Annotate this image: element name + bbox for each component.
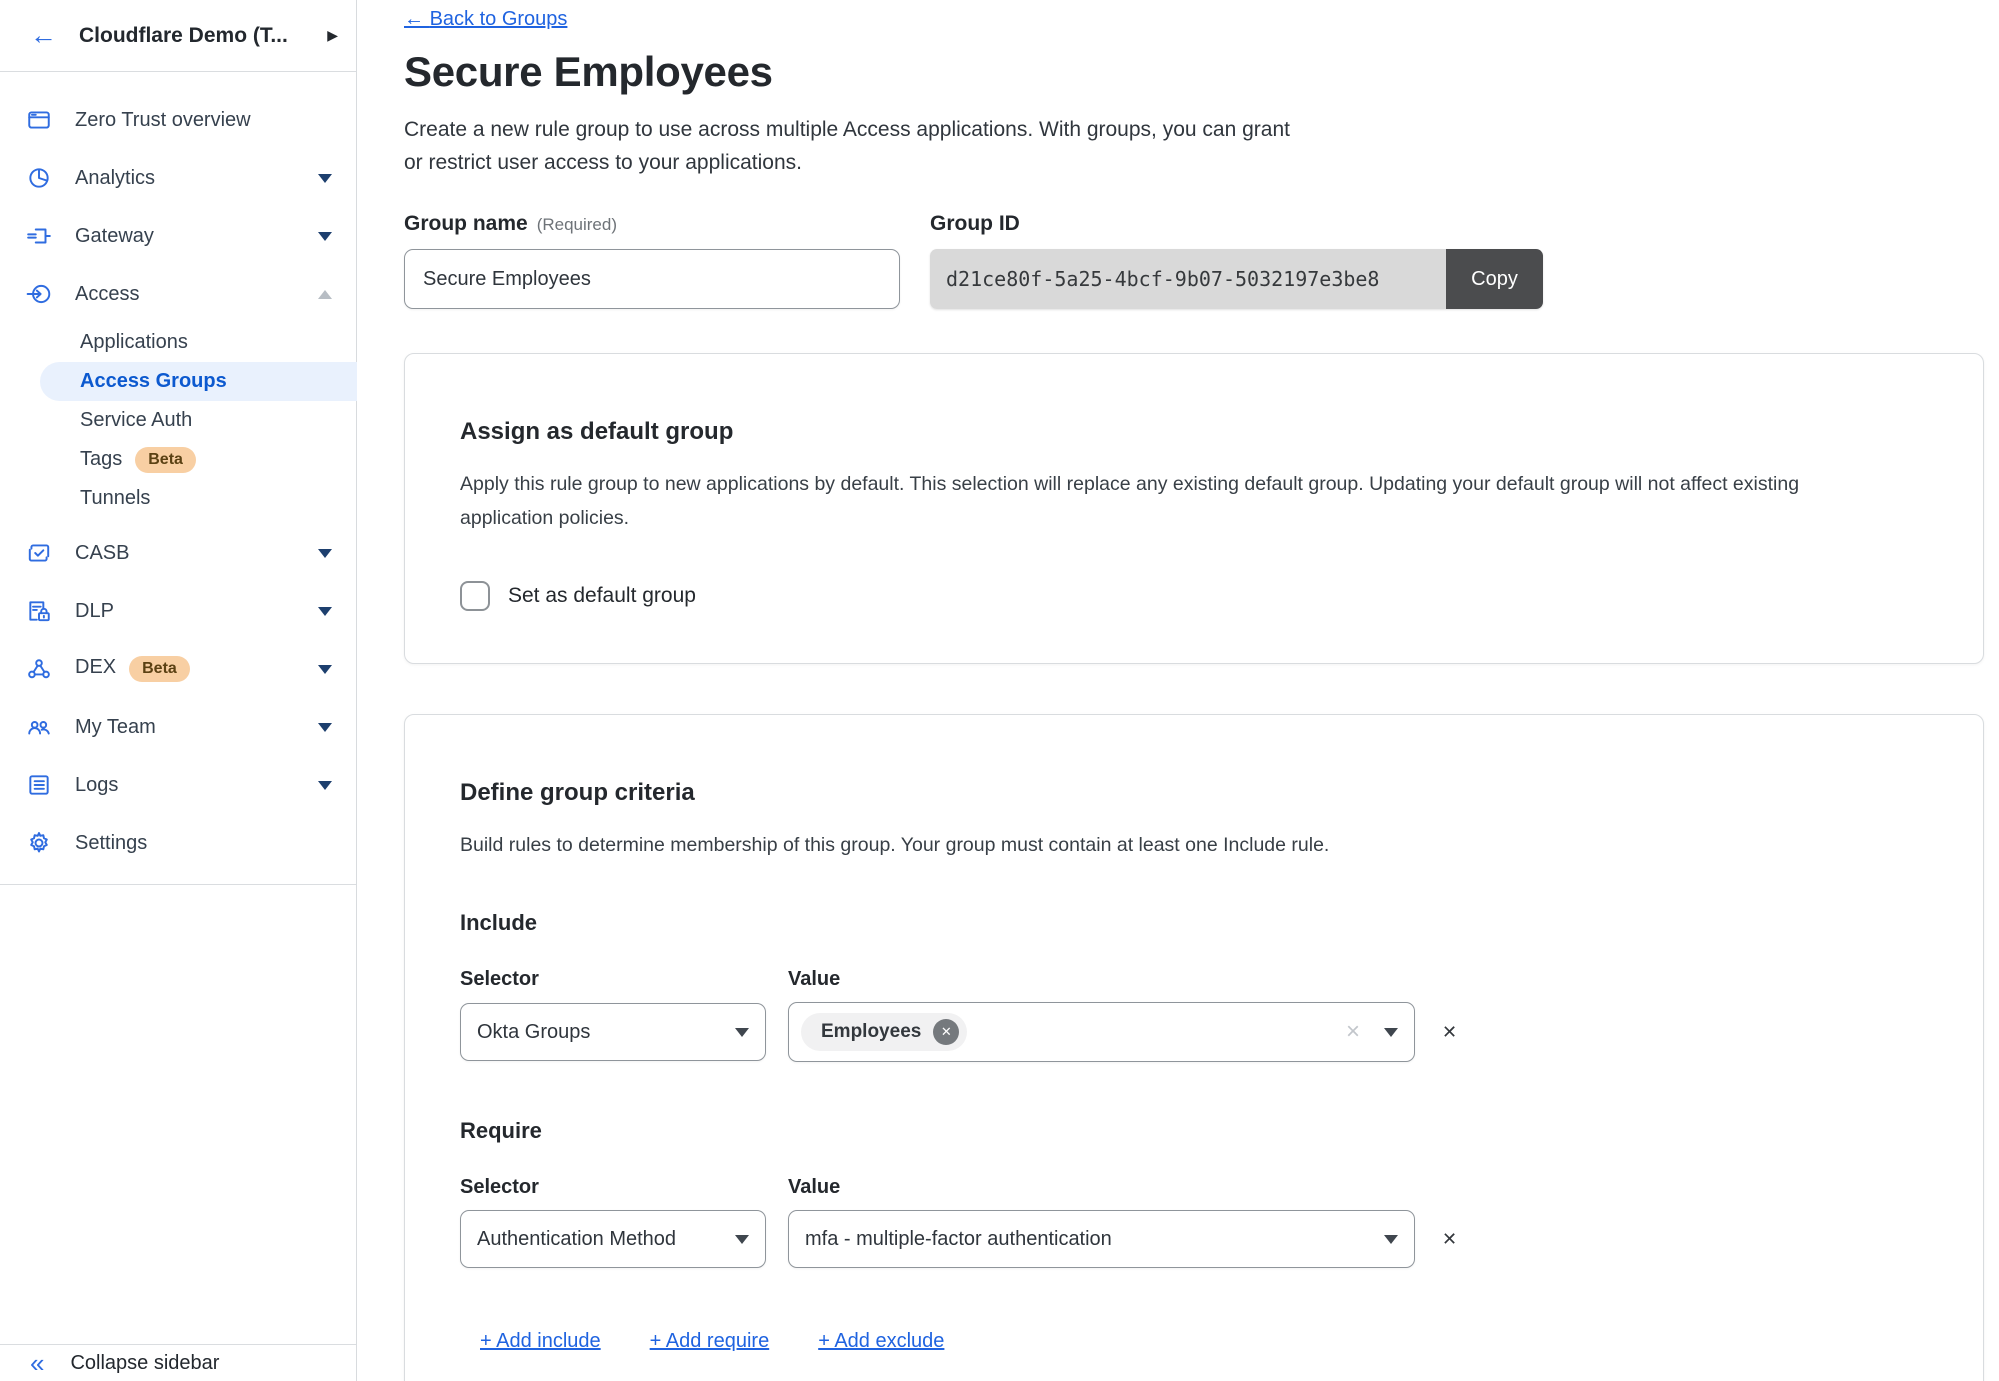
account-expand-icon[interactable]: ▶ [327,27,338,44]
sidebar-item-label: DEXBeta [75,656,318,682]
group-name-input[interactable] [404,249,900,309]
sidebar-item-label: Access [75,283,318,306]
beta-badge: Beta [129,656,190,682]
account-name[interactable]: Cloudflare Demo (T... [79,24,327,48]
clear-values-icon[interactable]: × [1346,1018,1360,1046]
group-name-label: Group name(Required) [404,212,900,236]
require-rule-row: Authentication Method mfa - multiple-fac… [460,1210,1928,1268]
remove-require-rule-icon[interactable]: ✕ [1442,1229,1457,1250]
sidebar-item-tunnels[interactable]: Tunnels [0,479,356,518]
casb-icon [25,540,52,567]
sidebar-item-label: CASB [75,542,318,565]
require-selector-label: Selector [460,1176,788,1199]
collapse-sidebar-button[interactable]: « Collapse sidebar [0,1344,356,1381]
sidebar-item-label: Settings [75,832,332,855]
collapse-chevrons-icon: « [30,1350,44,1376]
sidebar-item-label: DLP [75,600,318,623]
sidebar-item-label: Logs [75,774,318,797]
require-selector-dropdown[interactable]: Authentication Method [460,1210,766,1268]
include-selector-label: Selector [460,968,788,991]
group-id-label: Group ID [930,212,1543,236]
access-icon [25,281,52,308]
chevron-down-icon[interactable] [318,723,332,732]
default-group-card-description: Apply this rule group to new application… [460,467,1928,535]
set-default-group-checkbox-row[interactable]: Set as default group [460,581,1928,611]
sidebar-item-applications[interactable]: Applications [0,323,356,362]
gear-icon [25,830,52,857]
sidebar-item-my-team[interactable]: My Team [0,698,356,756]
criteria-card: Define group criteria Build rules to det… [404,714,1984,1381]
include-selector-dropdown[interactable]: Okta Groups [460,1003,766,1061]
sidebar-item-logs[interactable]: Logs [0,756,356,814]
require-value-dropdown[interactable]: mfa - multiple-factor authentication [788,1210,1415,1268]
sidebar-item-label: Analytics [75,167,318,190]
add-exclude-link[interactable]: + Add exclude [818,1330,944,1353]
chevron-down-icon[interactable] [318,174,332,183]
include-value-multiselect[interactable]: Employees ✕ × [788,1002,1415,1062]
chevron-down-icon [1384,1235,1398,1244]
beta-badge: Beta [135,447,196,473]
sidebar-item-analytics[interactable]: Analytics [0,149,356,207]
team-icon [25,714,52,741]
set-default-group-checkbox[interactable] [460,581,490,611]
default-group-card-title: Assign as default group [460,418,1928,446]
sidebar: ← Cloudflare Demo (T... ▶ Zero Trust ove… [0,0,357,1381]
add-require-link[interactable]: + Add require [650,1330,770,1353]
chevron-down-icon[interactable] [318,665,332,674]
sidebar-item-access[interactable]: Access [0,265,356,323]
value-tag: Employees ✕ [801,1013,967,1051]
sidebar-item-gateway[interactable]: Gateway [0,207,356,265]
sidebar-item-service-auth[interactable]: Service Auth [0,401,356,440]
required-hint: (Required) [537,215,617,234]
sidebar-item-zero-trust-overview[interactable]: Zero Trust overview [0,91,356,149]
chevron-down-icon[interactable] [318,549,332,558]
sidebar-item-label: Gateway [75,225,318,248]
require-value-label: Value [788,1176,840,1199]
group-id-value: d21ce80f-5a25-4bcf-9b07-5032197e3be8 [930,249,1446,309]
page-title: Secure Employees [404,48,1983,96]
sidebar-item-label: My Team [75,716,318,739]
gateway-icon [25,223,52,250]
pie-chart-icon [25,165,52,192]
sidebar-divider [0,884,356,885]
require-heading: Require [460,1118,1928,1144]
sidebar-item-settings[interactable]: Settings [0,814,356,872]
remove-tag-icon[interactable]: ✕ [933,1019,959,1045]
chevron-down-icon [735,1028,749,1037]
logs-icon [25,772,52,799]
include-value-label: Value [788,968,840,991]
sidebar-header: ← Cloudflare Demo (T... ▶ [0,0,356,72]
chevron-down-icon[interactable] [318,781,332,790]
main-content: ← Back to Groups Secure Employees Create… [357,0,1999,1381]
sidebar-nav: Zero Trust overview Analytics Gateway Ac… [0,72,356,885]
sidebar-item-casb[interactable]: CASB [0,524,356,582]
page-description: Create a new rule group to use across mu… [404,113,1983,179]
window-icon [25,107,52,134]
include-rule-row: Okta Groups Employees ✕ × ✕ [460,1002,1928,1062]
back-to-groups-link[interactable]: ← Back to Groups [404,8,567,30]
copy-button[interactable]: Copy [1446,249,1543,309]
rule-actions: + Add include + Add require + Add exclud… [480,1330,1928,1353]
chevron-down-icon [1384,1028,1398,1037]
chevron-down-icon [735,1235,749,1244]
sidebar-item-dex[interactable]: DEXBeta [0,640,356,698]
chevron-down-icon[interactable] [318,607,332,616]
sidebar-item-label: Zero Trust overview [75,109,332,132]
sidebar-item-tags[interactable]: Tags Beta [0,440,356,479]
chevron-down-icon[interactable] [318,232,332,241]
back-arrow-icon[interactable]: ← [30,22,57,49]
sidebar-item-dlp[interactable]: DLP [0,582,356,640]
add-include-link[interactable]: + Add include [480,1330,601,1353]
set-default-group-label: Set as default group [508,584,696,608]
dlp-icon [25,598,52,625]
criteria-card-description: Build rules to determine membership of t… [460,828,1928,862]
default-group-card: Assign as default group Apply this rule … [404,353,1984,664]
sidebar-item-access-groups[interactable]: Access Groups [40,362,357,401]
include-heading: Include [460,910,1928,936]
dex-icon [25,656,52,683]
chevron-up-icon[interactable] [318,290,332,299]
remove-include-rule-icon[interactable]: ✕ [1442,1022,1457,1043]
criteria-card-title: Define group criteria [460,779,1928,807]
